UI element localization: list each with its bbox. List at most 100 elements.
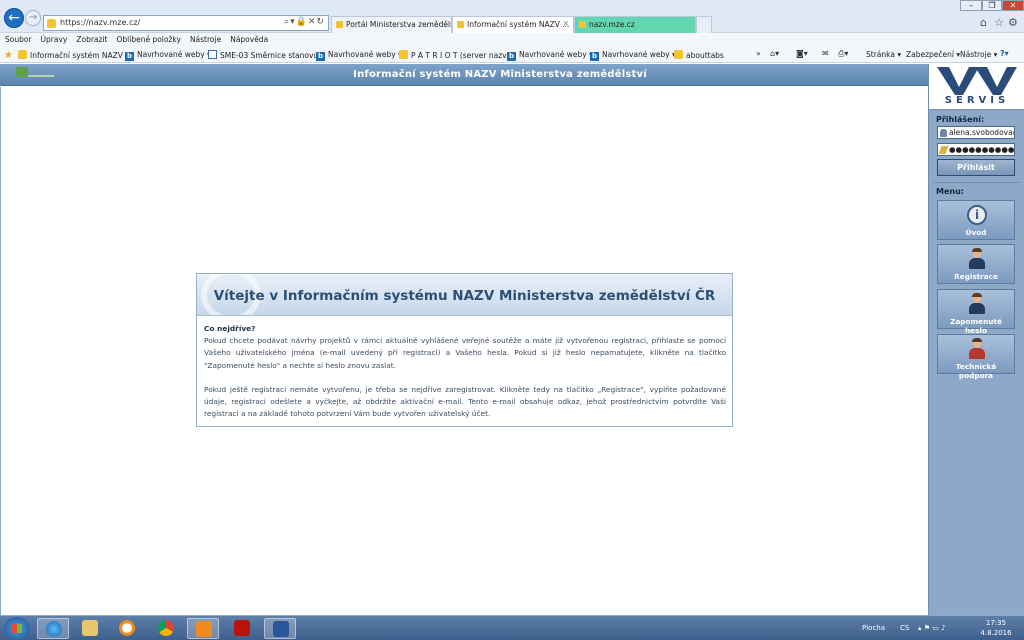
rss-icon[interactable]: ◙▾ bbox=[796, 49, 808, 58]
person-register-icon bbox=[967, 248, 987, 269]
taskbar-ie[interactable] bbox=[37, 618, 69, 639]
print-icon[interactable]: ⎙▾ bbox=[838, 49, 848, 59]
menu-zobrazit[interactable]: Zobrazit bbox=[71, 33, 111, 44]
tools-zabezpeceni[interactable]: Zabezpečení ▾ bbox=[906, 50, 960, 59]
menu-oblibene[interactable]: Oblíbené položky bbox=[112, 33, 185, 44]
clock[interactable]: 17:35 4.8.2016 bbox=[978, 618, 1014, 638]
pencil-icon bbox=[938, 146, 949, 154]
welcome-paragraph-login: Pokud chcete podávat návrhy projektů v r… bbox=[204, 336, 726, 370]
word-icon bbox=[273, 621, 289, 637]
sidebar: SERVIS Přihlášení: alena.svobodova@ ●●●●… bbox=[928, 64, 1024, 615]
bing-icon: b bbox=[316, 52, 325, 61]
info-icon: i bbox=[967, 205, 987, 225]
new-tab-button[interactable] bbox=[696, 16, 712, 33]
window-close-button[interactable]: ✕ bbox=[1002, 0, 1024, 11]
menu-uvod-button[interactable]: i Úvod bbox=[937, 200, 1015, 240]
tools-stranka[interactable]: Stránka ▾ bbox=[866, 50, 901, 59]
menu-technicka-podpora-button[interactable]: Technická podpora bbox=[937, 334, 1015, 380]
folder-icon bbox=[82, 620, 98, 636]
menu-registrace-button[interactable]: Registrace bbox=[937, 244, 1015, 284]
home-small-icon[interactable]: ⌂▾ bbox=[770, 49, 779, 58]
bing-icon: b bbox=[590, 52, 599, 61]
taskbar-explorer[interactable] bbox=[74, 618, 106, 639]
mail-icon[interactable]: ✉ bbox=[822, 49, 829, 58]
settings-gear-icon[interactable]: ⚙ bbox=[1008, 16, 1018, 29]
taskbar-outlook[interactable] bbox=[187, 618, 219, 639]
chevron-more-icon[interactable]: » bbox=[756, 49, 761, 58]
login-label: Přihlášení: bbox=[936, 115, 985, 124]
address-controls-icons[interactable]: ⌕▾🔒✕↻ bbox=[284, 17, 325, 27]
servis-logo: SERVIS bbox=[929, 64, 1024, 110]
welcome-body: Co nejdříve? Pokud chcete podávat návrhy… bbox=[204, 323, 726, 432]
window-minimize-button[interactable]: – bbox=[960, 0, 982, 11]
fav-patriot[interactable]: P A T R I O T (server nazv.... bbox=[399, 50, 516, 60]
taskbar-media[interactable] bbox=[111, 618, 143, 639]
person-support-icon bbox=[967, 338, 987, 359]
menu-napoveda[interactable]: Nápověda bbox=[225, 33, 272, 44]
fav-nazv[interactable]: Informační systém NAZV ... bbox=[18, 50, 132, 60]
bing-icon: b bbox=[507, 52, 516, 61]
welcome-panel: Vítejte v Informačním systému NAZV Minis… bbox=[196, 273, 733, 427]
language-indicator[interactable]: CS bbox=[900, 624, 909, 632]
bing-icon: b bbox=[125, 52, 134, 61]
chrome-icon bbox=[158, 620, 174, 636]
welcome-header: Vítejte v Informačním systému NAZV Minis… bbox=[197, 274, 732, 316]
fav-abouttabs[interactable]: abouttabs bbox=[674, 50, 724, 60]
outlook-icon bbox=[196, 621, 212, 637]
fav-navrhovane-1[interactable]: b Navrhované weby ▾ bbox=[125, 50, 211, 61]
fav-patriot-icon bbox=[399, 50, 408, 59]
fav-sme03[interactable]: SME-03 Směrnice stanovu... bbox=[208, 50, 325, 60]
menu-label: Menu: bbox=[936, 187, 964, 196]
fav-nazv-icon bbox=[18, 50, 27, 59]
tab-nazv-mze[interactable]: nazv.mze.cz bbox=[574, 16, 696, 33]
person-key-icon bbox=[967, 293, 987, 314]
menu-soubor[interactable]: Soubor bbox=[0, 33, 36, 44]
tab-close-icon[interactable]: × bbox=[563, 19, 569, 28]
forward-button[interactable]: → bbox=[25, 10, 41, 26]
favorites-star-icon[interactable]: ☆ bbox=[994, 16, 1004, 29]
fav-navrhovane-4[interactable]: b Navrhované weby ▾ bbox=[590, 50, 676, 61]
username-field[interactable]: alena.svobodova@ bbox=[937, 126, 1015, 139]
favorites-bar: ★ Informační systém NAZV ... b Navrhované… bbox=[0, 47, 1024, 63]
menu-zapomenute-heslo-button[interactable]: Zapomenuté heslo bbox=[937, 289, 1015, 335]
document-icon bbox=[208, 50, 217, 59]
help-icon[interactable]: ?▾ bbox=[1000, 49, 1009, 58]
tab-nazv-active[interactable]: Informační systém NAZV ... × bbox=[452, 16, 574, 33]
internet-explorer-icon bbox=[46, 621, 62, 637]
welcome-title: Vítejte v Informačním systému NAZV Minis… bbox=[213, 288, 716, 304]
favorites-icon[interactable]: ★ bbox=[4, 50, 16, 61]
taskbar-acrobat[interactable] bbox=[226, 618, 258, 639]
fav-navrhovane-3[interactable]: b Navrhované weby ▾ bbox=[507, 50, 593, 61]
desktop-toolbar[interactable]: Plocha bbox=[862, 624, 885, 632]
address-bar[interactable]: https://nazv.mze.cz/ ⌕▾🔒✕↻ bbox=[43, 15, 329, 31]
back-button[interactable]: ← bbox=[4, 8, 24, 28]
site-favicon bbox=[47, 19, 56, 28]
start-button[interactable] bbox=[4, 617, 30, 640]
vv-logo-icon bbox=[937, 67, 1017, 95]
menu-nastroje[interactable]: Nástroje bbox=[185, 33, 225, 44]
user-icon bbox=[940, 129, 947, 137]
fav-navrhovane-2[interactable]: b Navrhované weby ▾ bbox=[316, 50, 402, 61]
welcome-question: Co nejdříve? bbox=[204, 324, 256, 333]
address-url: https://nazv.mze.cz/ bbox=[60, 18, 141, 27]
tray-icons[interactable]: ▴ ⚑ ▭ ♪ bbox=[918, 624, 946, 632]
browser-titlebar: ← → https://nazv.mze.cz/ ⌕▾🔒✕↻ Portál Mi… bbox=[0, 0, 1024, 33]
password-field[interactable]: ●●●●●●●●●●●●● bbox=[937, 143, 1015, 156]
taskbar-word[interactable] bbox=[264, 618, 296, 639]
acrobat-icon bbox=[234, 620, 250, 636]
windows-taskbar: Plocha CS ▴ ⚑ ▭ ♪ 17:35 4.8.2016 bbox=[0, 615, 1024, 640]
menu-bar: Soubor Úpravy Zobrazit Oblíbené položky Nást… bbox=[0, 33, 1024, 47]
tools-nastroje[interactable]: Nástroje ▾ bbox=[960, 50, 997, 59]
login-button[interactable]: Přihlásit bbox=[937, 159, 1015, 176]
taskbar-chrome[interactable] bbox=[150, 618, 182, 639]
media-player-icon bbox=[119, 620, 135, 636]
fav-abouttabs-icon bbox=[674, 50, 683, 59]
page-title: Informační systém NAZV Ministerstva země… bbox=[353, 69, 647, 80]
home-icon[interactable]: ⌂ bbox=[980, 16, 987, 29]
window-restore-button[interactable]: ❐ bbox=[982, 0, 1002, 11]
menu-upravy[interactable]: Úpravy bbox=[36, 33, 72, 44]
servis-logo-text: SERVIS bbox=[944, 95, 1010, 106]
tab-portal[interactable]: Portál Ministerstva zemědělství bbox=[331, 16, 452, 33]
sidebar-divider bbox=[933, 182, 1021, 183]
welcome-paragraph-register: Pokud ještě registraci nemáte vytvořenu,… bbox=[204, 384, 726, 419]
